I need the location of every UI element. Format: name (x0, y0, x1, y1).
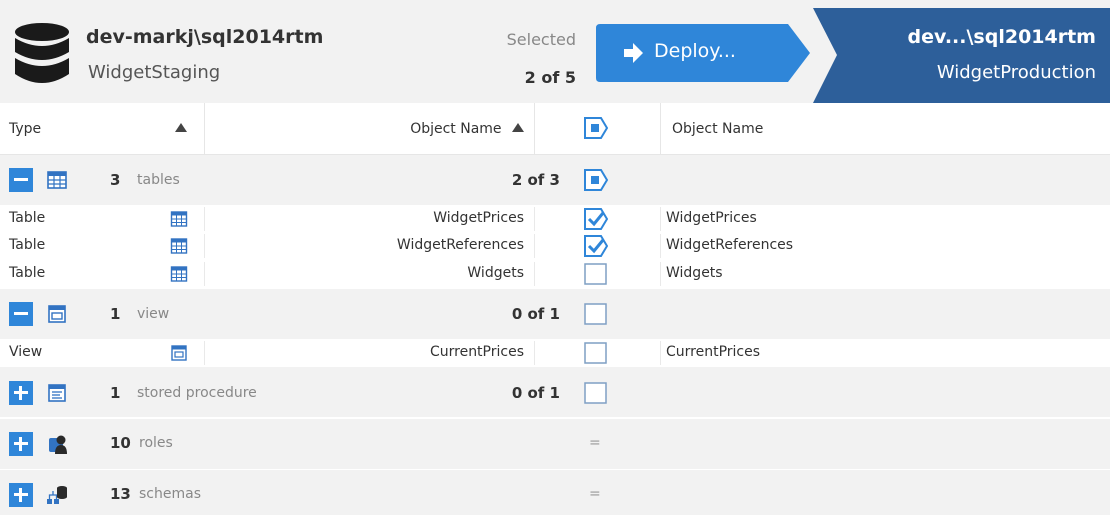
object-type: Table (9, 265, 46, 281)
target-object-name: WidgetReferences (666, 237, 794, 253)
database-icon (15, 23, 69, 83)
group-row-view[interactable]: 1 view 0 of 1 (0, 289, 1110, 339)
column-divider (660, 341, 661, 365)
source-object-name: WidgetReferences (396, 237, 524, 253)
group-row-stored-procedure[interactable]: 1 stored procedure 0 of 1 (0, 367, 1110, 417)
object-checkbox-unchecked[interactable] (584, 342, 608, 364)
source-object-name: Widgets (467, 265, 524, 281)
group-label: roles (139, 435, 173, 451)
expand-button[interactable] (9, 381, 33, 405)
sort-ascending-icon (512, 123, 524, 132)
column-divider (534, 262, 535, 286)
table-icon (170, 211, 188, 227)
comparison-header: dev-markj\sql2014rtm WidgetStaging Selec… (0, 0, 1110, 103)
object-type: Table (9, 210, 46, 226)
group-checkbox-unchecked[interactable] (584, 303, 608, 325)
object-type: View (9, 344, 43, 360)
group-selected-count: 0 of 1 (511, 305, 560, 323)
target-object-name: WidgetPrices (666, 210, 757, 226)
group-count: 3 (110, 171, 121, 189)
expand-button[interactable] (9, 483, 33, 507)
target-object-name: CurrentPrices (666, 344, 761, 360)
column-divider (204, 234, 205, 258)
view-icon (171, 345, 187, 361)
group-count: 10 (110, 434, 131, 452)
table-row[interactable]: Table Widgets Widgets (0, 262, 1110, 286)
select-all-checkbox[interactable] (584, 117, 608, 139)
target-server-name: dev...\sql2014rtm (907, 26, 1096, 48)
object-name-column-header[interactable]: Object Name (410, 121, 524, 137)
table-icon (170, 266, 188, 282)
target-database-banner (813, 8, 1110, 103)
collapse-button[interactable] (9, 168, 33, 192)
table-icon (47, 171, 67, 189)
column-header: Type Object Name Object Name (0, 103, 1110, 155)
object-checkbox-checked[interactable] (584, 235, 608, 257)
source-database-name: WidgetStaging (88, 62, 221, 83)
view-icon (48, 305, 66, 323)
deploy-button[interactable] (596, 24, 810, 82)
group-row-schemas[interactable]: 13 schemas = (0, 470, 1110, 515)
group-row-roles[interactable]: 10 roles = (0, 419, 1110, 469)
group-count: 1 (110, 384, 121, 402)
target-object-name-column-header[interactable]: Object Name (672, 121, 763, 137)
column-divider (534, 234, 535, 258)
object-checkbox-checked[interactable] (584, 208, 608, 230)
source-server-name: dev-markj\sql2014rtm (86, 26, 324, 48)
table-icon (170, 238, 188, 254)
expand-button[interactable] (9, 432, 33, 456)
group-label: schemas (139, 486, 201, 502)
group-label: tables (137, 172, 180, 188)
column-divider (660, 207, 661, 231)
group-checkbox-partial[interactable] (584, 169, 608, 191)
stored-procedure-icon (48, 384, 66, 402)
group-selected-count: 0 of 1 (511, 384, 560, 402)
group-row-tables[interactable]: 3 tables 2 of 3 (0, 155, 1110, 205)
column-divider (204, 103, 205, 155)
roles-icon (49, 435, 67, 454)
group-count: 13 (110, 485, 131, 503)
table-row[interactable]: Table WidgetPrices WidgetPrices (0, 207, 1110, 231)
table-row[interactable]: View CurrentPrices CurrentPrices (0, 341, 1110, 365)
selected-label: Selected (506, 30, 576, 49)
column-divider (534, 207, 535, 231)
column-divider (204, 341, 205, 365)
source-object-name: WidgetPrices (433, 210, 524, 226)
selected-count: 2 of 5 (524, 68, 576, 87)
group-selected-count: 2 of 3 (511, 171, 560, 189)
source-object-name: CurrentPrices (429, 344, 524, 360)
column-divider (534, 341, 535, 365)
group-label: view (137, 306, 170, 322)
object-name-header-label: Object Name (410, 121, 502, 137)
type-column-header[interactable]: Type (9, 121, 41, 137)
column-divider (660, 234, 661, 258)
group-checkbox-unchecked[interactable] (584, 382, 608, 404)
column-divider (660, 262, 661, 286)
object-type: Table (9, 237, 46, 253)
equal-icon: = (589, 486, 601, 502)
table-row[interactable]: Table WidgetReferences WidgetReferences (0, 234, 1110, 258)
column-divider (534, 103, 535, 155)
column-divider (204, 207, 205, 231)
sort-ascending-icon[interactable] (175, 123, 187, 132)
collapse-button[interactable] (9, 302, 33, 326)
object-checkbox-unchecked[interactable] (584, 263, 608, 285)
target-object-name: Widgets (666, 265, 723, 281)
target-database-name: WidgetProduction (936, 62, 1096, 83)
equal-icon: = (589, 435, 601, 451)
column-divider (660, 103, 661, 155)
column-divider (204, 262, 205, 286)
group-count: 1 (110, 305, 121, 323)
schemas-icon (47, 486, 67, 504)
group-label: stored procedure (137, 385, 257, 401)
